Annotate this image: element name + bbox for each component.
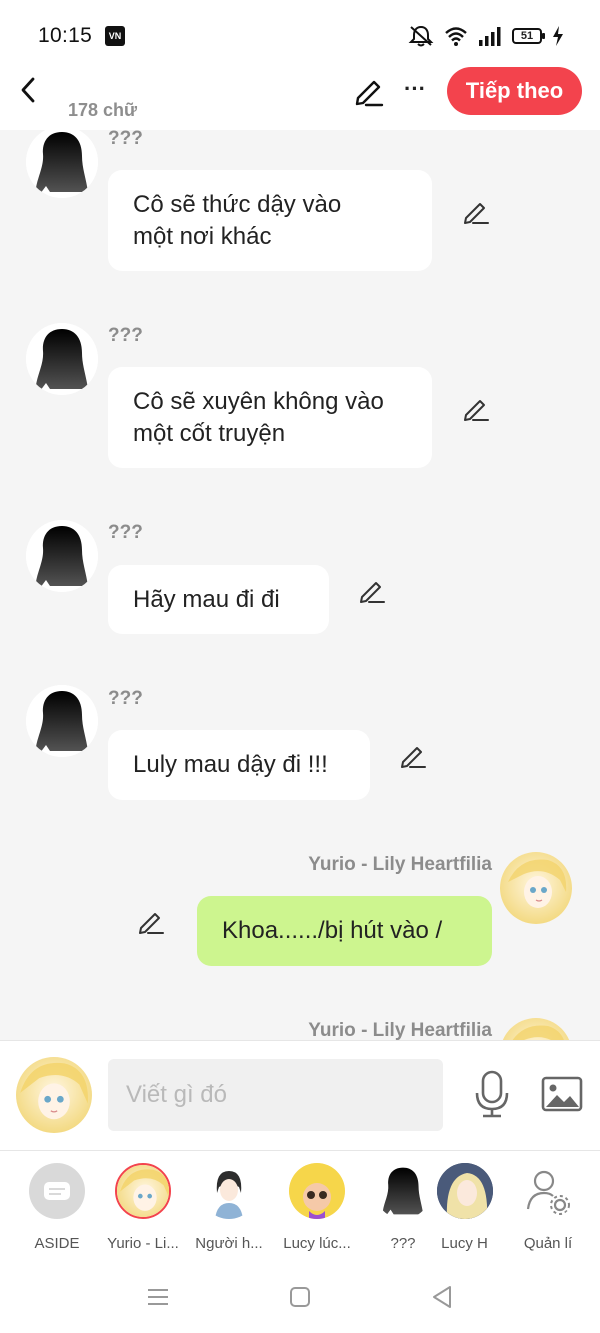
system-nav-bar (0, 1260, 600, 1333)
anime-girl-avatar-icon (16, 1057, 92, 1133)
word-count: 178 chữ (68, 100, 138, 120)
avatar-unknown[interactable] (26, 520, 98, 592)
message-bubble[interactable]: Hãy mau đi đi (108, 565, 329, 634)
vn-app-icon: VN (105, 26, 125, 46)
message-text: Khoa....../bị hút vào / (222, 917, 443, 944)
sender-name: ??? (108, 325, 143, 346)
signal-icon (479, 27, 501, 46)
edit-story-button[interactable] (352, 74, 386, 108)
avatar-unknown[interactable] (26, 130, 98, 198)
character-aside[interactable]: ASIDE (17, 1163, 97, 1252)
current-character-avatar[interactable] (16, 1057, 92, 1133)
my-message-bubble[interactable]: Khoa....../bị hút vào / (197, 896, 492, 966)
insert-image-button[interactable] (540, 1075, 584, 1115)
message-text-line: Cô sẽ xuyên không vào (133, 388, 384, 415)
sender-name: ??? (108, 688, 143, 709)
character-avatar (436, 1163, 493, 1219)
editor-header: 178 chữ ··· Tiếp theo (0, 60, 600, 130)
message-text-line: một cốt truyện (133, 420, 286, 447)
back-button[interactable] (12, 70, 44, 110)
manage-user-icon (520, 1163, 576, 1219)
pencil-icon (355, 80, 384, 107)
message-bubble[interactable]: Luly mau dậy đi !!! (108, 730, 370, 800)
avatar-unknown[interactable] (26, 323, 98, 395)
mute-bell-icon (408, 25, 434, 47)
character-yurio[interactable]: Yurio - Li... (103, 1163, 183, 1252)
character-label: Người h... (195, 1235, 263, 1252)
sender-name: ??? (108, 522, 143, 543)
silhouette-avatar-icon (26, 685, 98, 757)
manage-characters-button[interactable]: Quản lí (508, 1163, 588, 1252)
character-unknown[interactable]: ??? (363, 1163, 443, 1252)
silhouette-avatar-icon (26, 130, 98, 198)
status-icons: 51 (408, 24, 564, 48)
character-person[interactable]: Người h... (189, 1163, 269, 1252)
status-time: 10:15 (38, 24, 93, 47)
back-triangle-icon[interactable] (427, 1282, 457, 1312)
sender-name: ??? (108, 130, 143, 149)
character-label: ??? (390, 1235, 416, 1252)
edit-message-icon[interactable] (462, 395, 490, 423)
edit-message-icon[interactable] (399, 742, 427, 770)
chat-area[interactable]: ??? Cô sẽ thức dậy vào một nơi khác ??? … (0, 130, 600, 1040)
home-square-icon[interactable] (285, 1282, 315, 1312)
character-label: ASIDE (34, 1235, 80, 1252)
character-label: Quản lí (523, 1235, 573, 1252)
character-avatar (115, 1163, 171, 1219)
charging-bolt-icon (553, 26, 563, 46)
message-bubble[interactable]: Cô sẽ xuyên không vào một cốt truyện (108, 367, 432, 468)
message-text-line: Cô sẽ thức dậy vào (133, 191, 342, 218)
character-lucy-young[interactable]: Lucy lúc... (277, 1163, 357, 1252)
sender-name: Yurio - Lily Heartfilia (308, 1020, 492, 1040)
message-bubble[interactable]: Cô sẽ thức dậy vào một nơi khác (108, 170, 432, 271)
character-label: Lucy lúc... (283, 1235, 351, 1252)
avatar-yurio[interactable] (500, 852, 572, 924)
silhouette-avatar-icon (375, 1163, 431, 1219)
edit-message-icon[interactable] (358, 577, 386, 605)
anime-girl-avatar-icon (500, 852, 572, 924)
character-label: Lucy H (441, 1235, 488, 1252)
image-icon (541, 1076, 583, 1112)
message-text: Luly mau dậy đi !!! (133, 751, 328, 778)
silhouette-avatar-icon (26, 520, 98, 592)
microphone-button[interactable] (470, 1069, 514, 1119)
message-text-line: một nơi khác (133, 223, 272, 250)
microphone-icon (475, 1070, 509, 1118)
edit-message-icon[interactable] (137, 908, 165, 936)
composer-bar (0, 1040, 600, 1150)
avatar-yurio[interactable] (500, 1018, 572, 1040)
character-avatar (201, 1163, 257, 1219)
wifi-icon (445, 27, 467, 46)
character-label: Yurio - Li... (107, 1235, 179, 1252)
chevron-left-icon (21, 77, 35, 103)
menu-lines-icon[interactable] (143, 1282, 173, 1312)
character-selector: ASIDE Yurio - Li... Người h... Lucy lúc.… (0, 1150, 600, 1260)
next-button[interactable]: Tiếp theo (447, 67, 582, 115)
message-text: Hãy mau đi đi (133, 586, 280, 613)
battery-icon: 51 (512, 28, 545, 44)
silhouette-avatar-icon (26, 323, 98, 395)
sender-name: Yurio - Lily Heartfilia (308, 854, 492, 875)
character-lucy-h[interactable]: Lucy H (434, 1163, 495, 1252)
message-input[interactable] (108, 1059, 443, 1131)
character-avatar (289, 1163, 345, 1219)
edit-message-icon[interactable] (462, 198, 490, 226)
avatar-unknown[interactable] (26, 685, 98, 757)
aside-icon (29, 1163, 85, 1219)
more-options-button[interactable]: ··· (400, 74, 430, 108)
anime-girl-avatar-icon (500, 1018, 572, 1040)
